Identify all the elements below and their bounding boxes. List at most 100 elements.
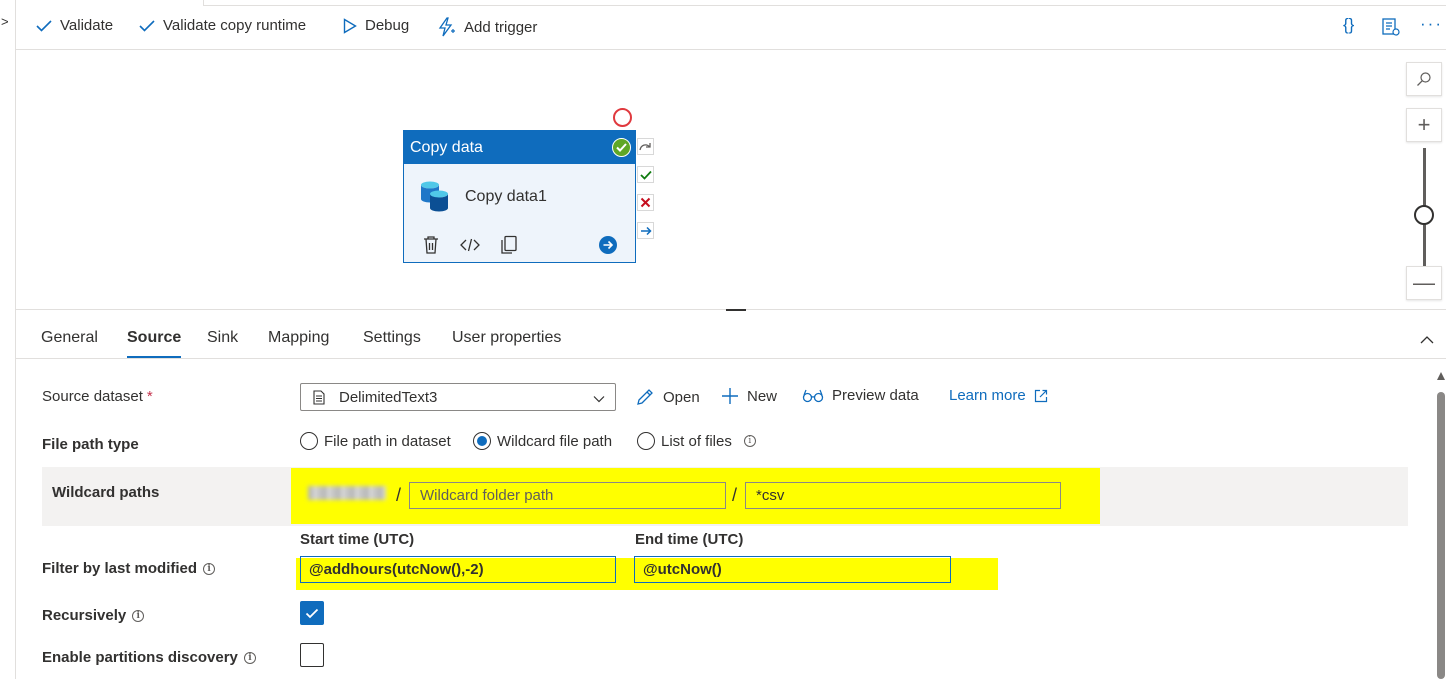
add-trigger-label: Add trigger	[464, 18, 538, 36]
start-time-label: Start time (UTC)	[300, 531, 415, 548]
activity-type: Copy data	[410, 138, 483, 156]
success-check-icon	[612, 138, 631, 157]
redacted-container-name	[308, 486, 386, 500]
left-rail: >	[0, 0, 16, 679]
radio-circle-selected	[473, 432, 491, 450]
debug-button[interactable]: Debug	[343, 17, 409, 34]
activity-body: Copy data1	[404, 164, 635, 214]
new-label: New	[747, 387, 778, 405]
database-copy-icon	[421, 181, 448, 212]
tab-source[interactable]: Source	[127, 329, 182, 358]
info-icon[interactable]: i	[243, 652, 256, 664]
path-separator: /	[732, 485, 738, 505]
pipeline-toolbar: Validate Validate copy runtime Debug Add…	[16, 6, 1446, 50]
pencil-icon	[637, 389, 653, 405]
radio-circle	[300, 432, 318, 450]
checkmark-icon	[36, 19, 52, 32]
radio-label: List of files	[661, 432, 732, 450]
recursively-label: Recursively i	[42, 607, 145, 624]
radio-file-path-in-dataset[interactable]: File path in dataset	[300, 432, 451, 450]
partitions-discovery-checkbox[interactable]	[300, 643, 324, 667]
new-dataset-button[interactable]: New	[721, 387, 777, 405]
start-time-input[interactable]	[300, 556, 616, 583]
wildcard-file-name-input[interactable]	[745, 482, 1061, 509]
scrollbar-thumb[interactable]	[1437, 392, 1445, 679]
validate-copy-runtime-button[interactable]: Validate copy runtime	[139, 17, 306, 34]
activity-name: Copy data1	[465, 188, 547, 205]
completion-port-icon[interactable]	[637, 222, 654, 239]
collapse-panel-chevron-icon[interactable]	[1420, 331, 1434, 348]
filter-last-modified-label: Filter by last modified i	[42, 560, 216, 577]
failure-port-icon[interactable]	[637, 194, 654, 211]
debug-label: Debug	[365, 17, 410, 34]
open-dataset-button[interactable]: Open	[635, 387, 700, 407]
source-dataset-dropdown[interactable]: DelimitedText3	[300, 383, 616, 411]
end-time-label: End time (UTC)	[635, 531, 744, 548]
scroll-up-arrow-icon[interactable]	[1437, 372, 1445, 380]
activity-actions	[422, 235, 618, 255]
info-icon[interactable]: i	[203, 563, 216, 575]
recursively-checkbox[interactable]	[300, 601, 324, 625]
preview-data-label: Preview data	[832, 387, 919, 404]
radio-wildcard-file-path[interactable]: Wildcard file path	[473, 432, 612, 450]
learn-more-link[interactable]: Learn more	[949, 387, 1048, 404]
path-separator: /	[396, 485, 402, 505]
radio-list-of-files[interactable]: List of files i	[637, 432, 756, 450]
dependency-ports	[637, 138, 654, 239]
wildcard-paths-label: Wildcard paths	[52, 484, 160, 501]
properties-icon[interactable]	[1381, 17, 1401, 42]
pipeline-canvas[interactable]: Copy data Copy data1 + —	[16, 50, 1446, 310]
glasses-icon	[802, 389, 824, 402]
delete-icon[interactable]	[422, 235, 440, 255]
add-trigger-button[interactable]: Add trigger	[436, 17, 537, 37]
success-port-icon[interactable]	[637, 166, 654, 183]
preview-data-button[interactable]: Preview data	[802, 387, 919, 404]
radio-label: Wildcard file path	[497, 432, 613, 450]
validate-button[interactable]: Validate	[36, 17, 113, 34]
partitions-discovery-label: Enable partitions discovery i	[42, 649, 256, 666]
end-time-input[interactable]	[634, 556, 951, 583]
source-dataset-label: Source dataset *	[42, 388, 153, 405]
code-icon[interactable]: {}	[1343, 15, 1354, 35]
chevron-down-icon	[593, 390, 605, 407]
checkmark-icon	[305, 608, 319, 618]
zoom-out-icon[interactable]: —	[1406, 266, 1442, 300]
lightning-icon	[438, 17, 455, 37]
zoom-controls: + —	[1406, 62, 1442, 300]
validate-label: Validate	[60, 17, 114, 34]
breakpoint-icon[interactable]	[613, 108, 632, 127]
expand-chevron-icon[interactable]: >	[1, 14, 9, 29]
search-icon[interactable]	[1406, 62, 1442, 96]
checkmark-icon	[139, 19, 155, 32]
tab-settings[interactable]: Settings	[363, 329, 421, 347]
info-icon[interactable]: i	[132, 610, 145, 622]
tab-general[interactable]: General	[41, 329, 98, 347]
tab-user-properties[interactable]: User properties	[452, 329, 561, 347]
source-dataset-value: DelimitedText3	[339, 388, 438, 406]
zoom-slider-thumb[interactable]	[1414, 205, 1434, 225]
more-options-icon[interactable]: ···	[1420, 14, 1443, 34]
learn-more-label: Learn more	[949, 387, 1026, 404]
info-icon[interactable]: i	[743, 435, 756, 447]
zoom-in-icon[interactable]: +	[1406, 108, 1442, 142]
external-link-icon	[1034, 389, 1047, 402]
form-scrollbar[interactable]	[1436, 360, 1446, 679]
file-path-type-label: File path type	[42, 436, 139, 453]
plus-icon	[722, 388, 738, 404]
code-view-icon[interactable]	[460, 237, 480, 253]
activity-header: Copy data	[404, 131, 635, 164]
source-form: Source dataset * DelimitedText3 Open New …	[16, 360, 1436, 679]
play-icon	[343, 17, 357, 34]
wildcard-folder-path-input[interactable]	[409, 482, 726, 509]
tab-mapping[interactable]: Mapping	[268, 329, 329, 347]
copy-data-activity[interactable]: Copy data Copy data1	[403, 130, 636, 263]
radio-circle	[637, 432, 655, 450]
dataset-file-icon	[313, 389, 325, 405]
radio-label: File path in dataset	[324, 432, 451, 450]
clone-icon[interactable]	[500, 235, 518, 255]
tab-sink[interactable]: Sink	[207, 329, 238, 347]
open-label: Open	[663, 388, 700, 406]
required-mark: *	[146, 388, 153, 405]
output-arrow-icon[interactable]	[598, 235, 618, 255]
skip-port-icon[interactable]	[637, 138, 654, 155]
